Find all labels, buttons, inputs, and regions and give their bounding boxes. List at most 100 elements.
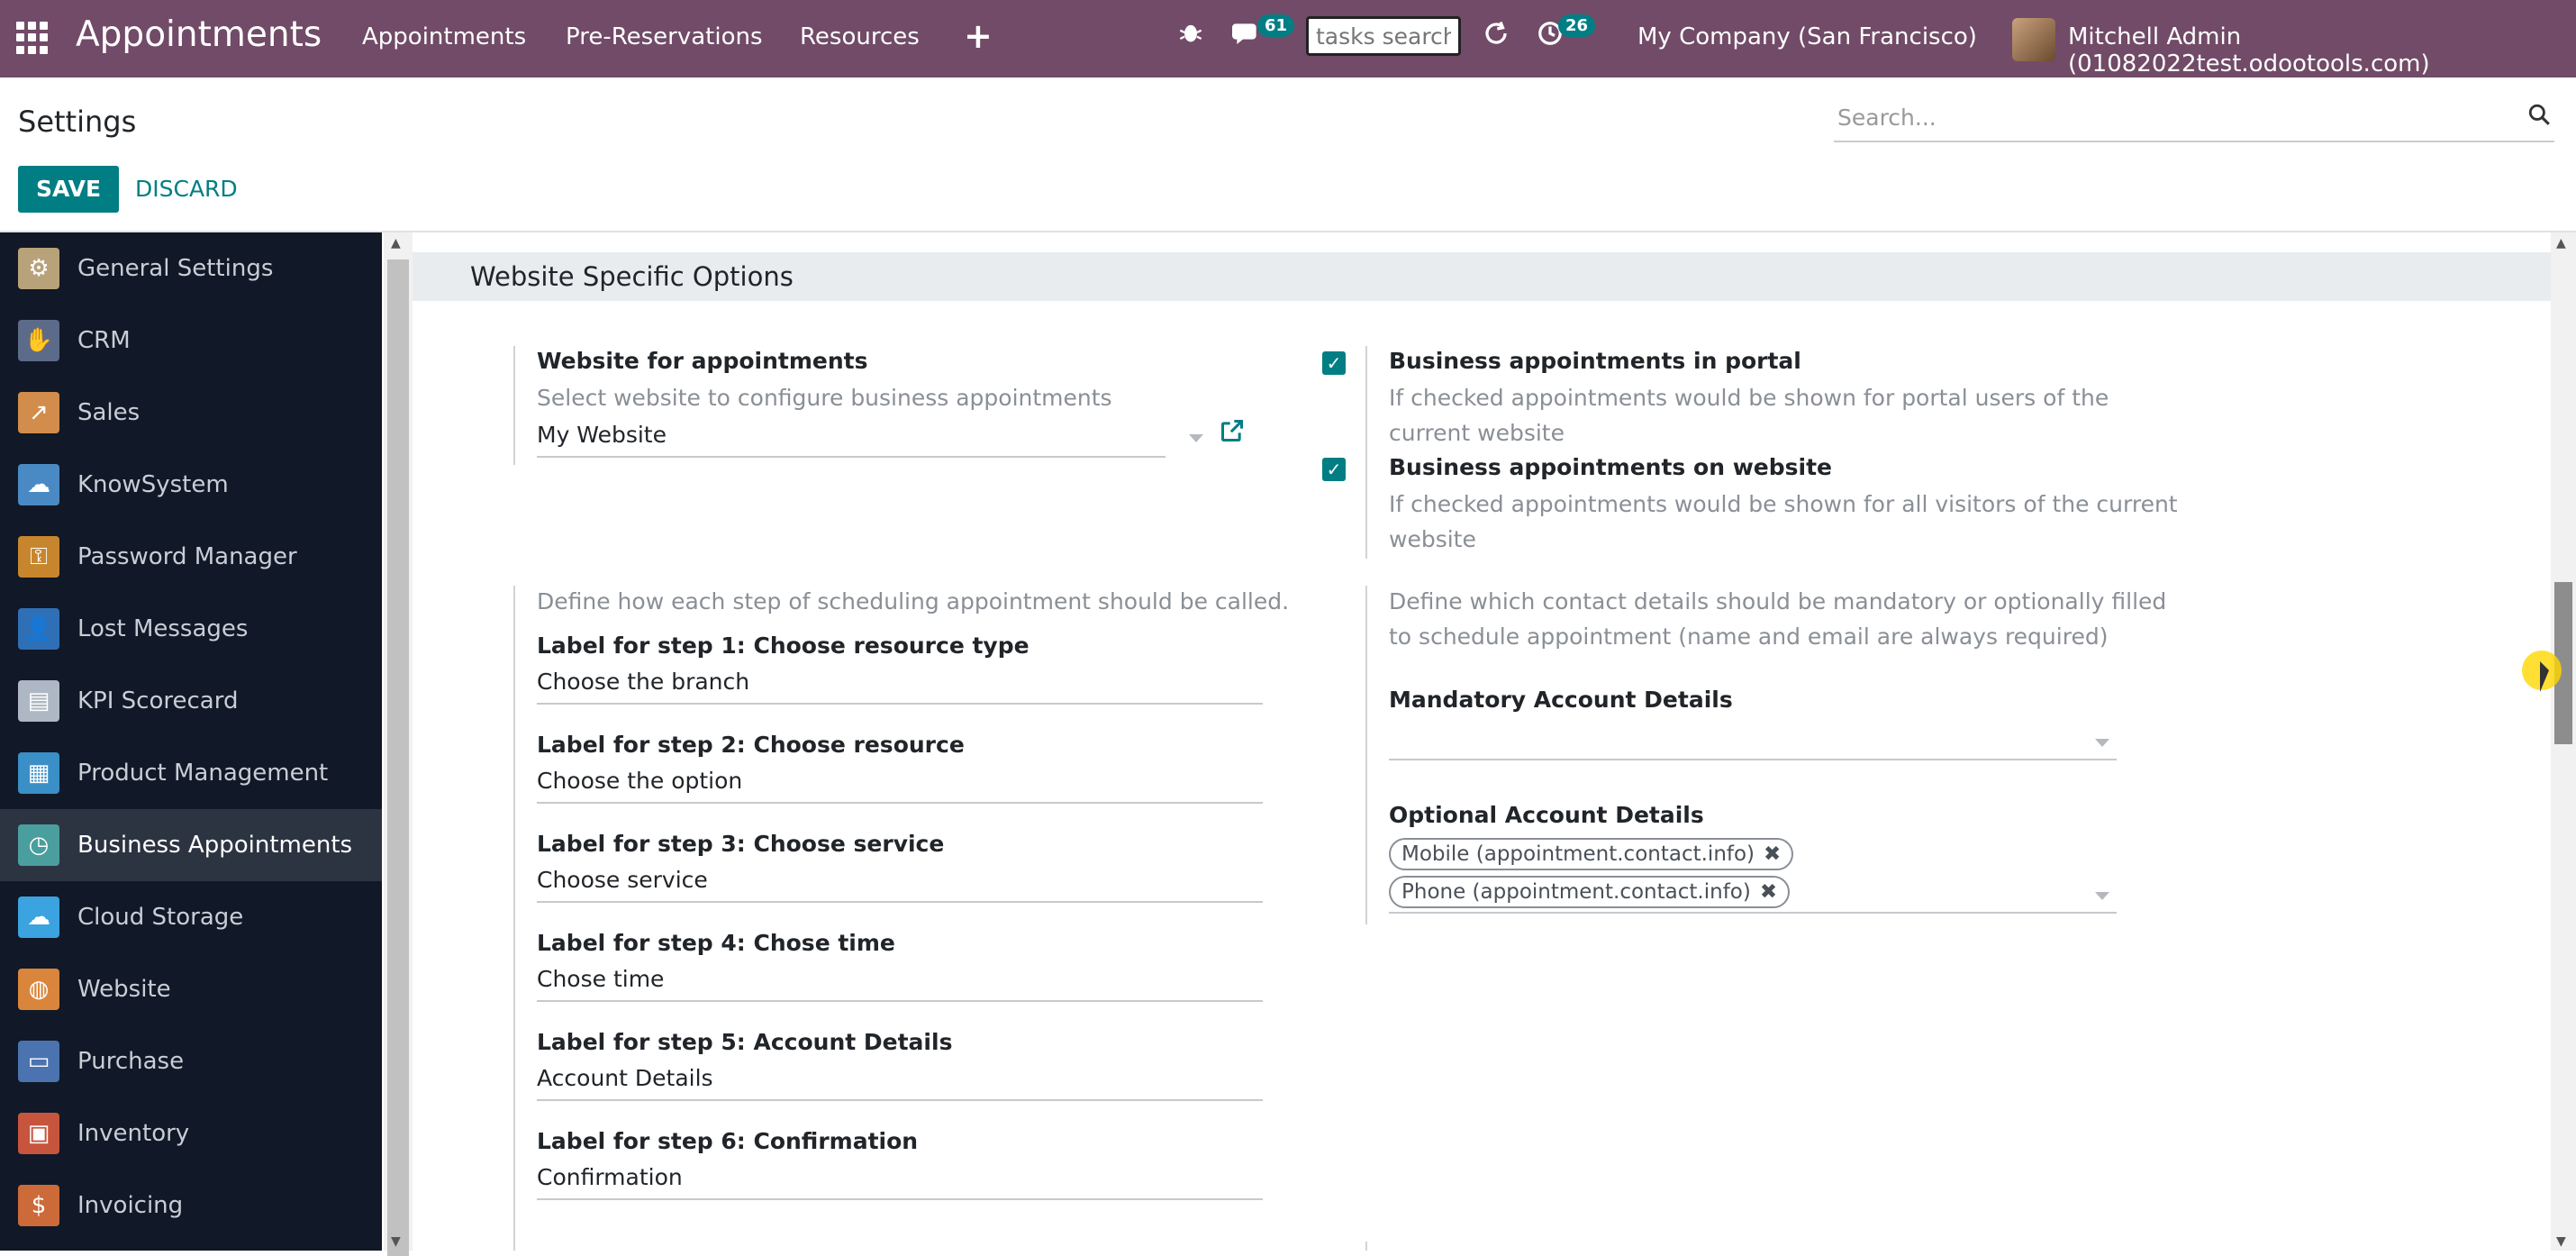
settings-content: Website Specific Options Website for app… (413, 232, 2551, 1251)
optional-details-input[interactable] (1389, 912, 2117, 914)
step-1-underline (537, 703, 1263, 705)
scroll-up-arrow[interactable]: ▲ (2556, 236, 2566, 250)
step-3-underline (537, 901, 1263, 903)
app-menu-icon[interactable] (16, 22, 49, 54)
plus-icon[interactable]: + (964, 16, 993, 56)
step-1-input[interactable]: Choose the branch (537, 669, 749, 695)
tag-mobile: Mobile (appointment.contact.info) ✖ (1389, 838, 1794, 870)
sidebar-item-knowsystem[interactable]: ☁ KnowSystem (0, 449, 382, 521)
sidebar-item-label: Website (77, 976, 171, 1003)
sidebar-item-kpi-scorecard[interactable]: ▤ KPI Scorecard (0, 665, 382, 737)
sidebar-item-sales[interactable]: ↗ Sales (0, 377, 382, 449)
sidebar-item-password-manager[interactable]: ⚿ Password Manager (0, 521, 382, 593)
portal-hint-line-2: current website (1389, 420, 1565, 446)
step-4-label: Label for step 4: Chose time (537, 930, 895, 956)
card-icon: ▭ (18, 1041, 59, 1082)
sidebar-scroll-thumb[interactable] (387, 259, 409, 1256)
sidebar-item-label: Password Manager (77, 543, 297, 570)
sidebar-item-purchase[interactable]: ▭ Purchase (0, 1025, 382, 1097)
bug-icon[interactable] (1178, 20, 1203, 52)
sidebar-item-label: Invoicing (77, 1192, 184, 1219)
sidebar-item-product-management[interactable]: ▦ Product Management (0, 737, 382, 809)
website-label: Website for appointments (537, 348, 868, 374)
menu-appointments[interactable]: Appointments (362, 23, 526, 50)
tasks-search-input[interactable] (1306, 16, 1461, 56)
chevron-down-icon[interactable] (2095, 739, 2109, 747)
step-3-label: Label for step 3: Choose service (537, 831, 945, 857)
control-panel: Settings Search... SAVE DISCARD (0, 77, 2576, 232)
invoice-icon: $ (18, 1185, 59, 1226)
avatar[interactable] (2012, 18, 2055, 61)
sidebar-item-inventory[interactable]: ▣ Inventory (0, 1097, 382, 1170)
divider (513, 586, 515, 1251)
step-5-label: Label for step 5: Account Details (537, 1029, 953, 1055)
scroll-down-arrow[interactable]: ▼ (391, 1234, 401, 1249)
sidebar-item-website[interactable]: ◍ Website (0, 953, 382, 1025)
website-checkbox[interactable]: ✓ (1322, 458, 1346, 481)
search-icon[interactable] (2527, 103, 2551, 132)
clock-icon: ◷ (18, 824, 59, 866)
mandatory-details-input[interactable] (1389, 759, 2117, 760)
portal-label: Business appointments in portal (1389, 348, 1801, 374)
sidebar-item-general-settings[interactable]: ⚙ General Settings (0, 232, 382, 305)
scroll-up-arrow[interactable]: ▲ (391, 236, 401, 250)
external-link-icon[interactable] (1220, 418, 1245, 451)
step-6-underline (537, 1198, 1263, 1200)
globe-icon: ◍ (18, 969, 59, 1010)
remove-tag-icon[interactable]: ✖ (1764, 842, 1781, 866)
divider (1365, 346, 1367, 559)
sidebar-item-label: KnowSystem (77, 471, 229, 498)
sidebar-item-lost-messages[interactable]: 👤 Lost Messages (0, 593, 382, 665)
optional-details-label: Optional Account Details (1389, 802, 1704, 828)
step-6-input[interactable]: Confirmation (537, 1164, 683, 1190)
app-title[interactable]: Appointments (76, 14, 322, 55)
scroll-down-arrow[interactable]: ▼ (2556, 1234, 2566, 1249)
refresh-icon[interactable] (1483, 20, 1510, 54)
website-option-hint-line-2: website (1389, 526, 1476, 552)
sidebar-item-label: Purchase (77, 1048, 185, 1075)
search-placeholder: Search... (1837, 105, 1937, 131)
sidebar-item-label: Lost Messages (77, 615, 249, 642)
step-6-label: Label for step 6: Confirmation (537, 1128, 919, 1154)
settings-search-input[interactable]: Search... (1834, 99, 2554, 142)
mouse-cursor (2540, 661, 2549, 692)
section-title: Website Specific Options (470, 261, 794, 292)
scorecard-icon: ▤ (18, 680, 59, 722)
website-option-label: Business appointments on website (1389, 454, 1832, 480)
sidebar-item-label: CRM (77, 327, 131, 354)
sidebar-item-cloud-storage[interactable]: ☁ Cloud Storage (0, 881, 382, 953)
remove-tag-icon[interactable]: ✖ (1760, 880, 1777, 904)
sidebar-item-label: KPI Scorecard (77, 687, 239, 714)
website-select[interactable]: My Website (537, 422, 667, 448)
tag-phone: Phone (appointment.contact.info) ✖ (1389, 876, 1791, 908)
step-4-underline (537, 1000, 1263, 1002)
box-icon: ▣ (18, 1113, 59, 1154)
discard-button[interactable]: DISCARD (133, 166, 240, 213)
key-icon: ⚿ (18, 536, 59, 578)
step-3-input[interactable]: Choose service (537, 867, 708, 893)
website-hint: Select website to configure business app… (537, 385, 1112, 411)
brain-icon: ☁ (18, 464, 59, 505)
chevron-down-icon[interactable] (2095, 892, 2109, 900)
sidebar-item-crm[interactable]: ✋ CRM (0, 305, 382, 377)
portal-checkbox[interactable]: ✓ (1322, 351, 1346, 375)
user-menu[interactable]: Mitchell Admin (01082022test.odootools.c… (2068, 23, 2576, 77)
divider (1365, 586, 1367, 924)
step-2-input[interactable]: Choose the option (537, 768, 742, 794)
step-2-label: Label for step 2: Choose resource (537, 732, 965, 758)
tag-label: Mobile (appointment.contact.info) (1401, 842, 1755, 866)
step-4-input[interactable]: Chose time (537, 966, 664, 992)
sidebar-item-business-appointments[interactable]: ◷ Business Appointments (0, 809, 382, 881)
page-title: Settings (18, 105, 137, 139)
sidebar-scrollbar[interactable]: ▲ ▼ (384, 232, 413, 1256)
menu-resources[interactable]: Resources (800, 23, 920, 50)
contact-hint-line-1: Define which contact details should be m… (1389, 588, 2167, 614)
save-button[interactable]: SAVE (18, 166, 120, 213)
step-5-input[interactable]: Account Details (537, 1065, 713, 1091)
company-switcher[interactable]: My Company (San Francisco) (1637, 23, 1977, 50)
sidebar-item-invoicing[interactable]: $ Invoicing (0, 1170, 382, 1242)
menu-pre-reservations[interactable]: Pre-Reservations (566, 23, 763, 50)
sidebar-item-label: General Settings (77, 255, 274, 282)
chevron-down-icon[interactable] (1189, 434, 1203, 442)
content-scrollbar[interactable]: ▲ ▼ (2551, 232, 2576, 1251)
